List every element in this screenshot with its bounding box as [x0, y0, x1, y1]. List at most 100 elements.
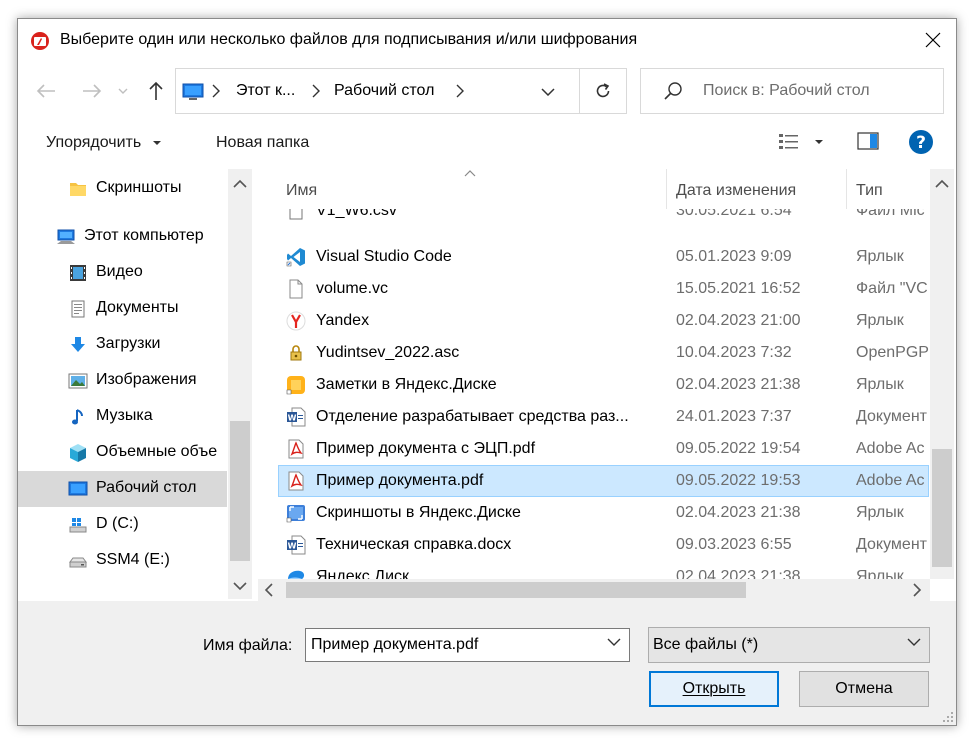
refresh-button[interactable] [579, 69, 626, 113]
file-date: 09.03.2023 6:55 [676, 536, 792, 553]
file-list-horizontal-scrollbar[interactable] [258, 579, 930, 601]
notes-icon [286, 376, 305, 395]
sidebar-item-label: Видео [96, 263, 143, 280]
file-name: Yandex [316, 312, 370, 329]
sidebar-item-this-pc[interactable]: Этот компьютер [18, 219, 227, 255]
column-name-label: Имя [286, 182, 318, 199]
file-type-filter-select[interactable]: Все файлы (*) [648, 627, 930, 663]
sidebar-item-pictures[interactable]: Изображения [18, 363, 227, 399]
table-row[interactable]: Пример документа с ЭЦП.pdf 09.05.2022 19… [278, 433, 929, 465]
table-row[interactable]: V1_W6.csv 30.05.2021 6:54 Файл Mic [278, 209, 929, 227]
chevron-right-icon [212, 84, 220, 98]
sidebar-item-documents[interactable]: Документы [18, 291, 227, 327]
sidebar-item-screenshots[interactable]: Скриншоты [18, 171, 227, 207]
column-header-type[interactable]: Тип [847, 169, 929, 209]
scroll-up-icon [935, 179, 949, 188]
file-name: Yudintsev_2022.asc [316, 344, 460, 361]
organize-label: Упорядочить [46, 134, 142, 151]
table-row[interactable]: W Техническая справка.docx 09.03.2023 6:… [278, 529, 929, 561]
close-button[interactable] [910, 19, 956, 61]
sidebar-item-downloads[interactable]: Загрузки [18, 327, 227, 363]
file-name: Отделение разрабатывает средства раз... [316, 408, 629, 425]
navigation-pane-scrollbar[interactable] [228, 169, 252, 599]
scroll-down-icon [233, 582, 247, 591]
forward-button[interactable] [80, 79, 104, 103]
file-type: Документ [856, 408, 927, 425]
address-bar[interactable]: Этот к... Рабочий стол [175, 68, 627, 114]
resize-grip-icon[interactable] [942, 711, 954, 723]
file-type: Ярлык [856, 376, 904, 393]
file-name: Скриншоты в Яндекс.Диске [316, 504, 521, 521]
file-name: Пример документа.pdf [316, 472, 484, 489]
refresh-icon [596, 83, 610, 98]
table-row[interactable]: W Отделение разрабатывает средства раз..… [278, 401, 929, 433]
filename-value: Пример документа.pdf [311, 636, 479, 653]
search-box[interactable]: Поиск в: Рабочий стол [640, 68, 944, 114]
preview-pane-button[interactable] [856, 129, 880, 153]
computer-icon [57, 229, 75, 244]
table-row[interactable]: volume.vc 15.05.2021 16:52 Файл "VC [278, 273, 929, 305]
recent-locations-button[interactable] [116, 79, 130, 103]
open-button[interactable]: Открыть [649, 671, 779, 707]
table-row[interactable]: Yandex 02.04.2023 21:00 Ярлык [278, 305, 929, 337]
table-row[interactable]: Yudintsev_2022.asc 10.04.2023 7:32 OpenP… [278, 337, 929, 369]
window-title: Выберите один или несколько файлов для п… [60, 31, 638, 48]
sidebar-item-label: Изображения [96, 371, 197, 388]
view-options-button[interactable] [778, 131, 828, 153]
sidebar-item-label: SSM4 (E:) [96, 551, 170, 568]
scroll-up-icon [233, 179, 247, 188]
sidebar-item-video[interactable]: Видео [18, 255, 227, 291]
file-name: Visual Studio Code [316, 248, 452, 265]
address-history-dropdown[interactable] [536, 81, 560, 103]
column-header-date[interactable]: Дата изменения [667, 169, 847, 209]
table-row[interactable]: Скриншоты в Яндекс.Диске 02.04.2023 21:3… [278, 497, 929, 529]
close-icon [925, 32, 941, 48]
address-segment-desktop[interactable]: Рабочий стол [334, 82, 434, 100]
scrollbar-thumb[interactable] [230, 421, 250, 561]
svg-text:W: W [288, 542, 297, 551]
table-row-selected[interactable]: Пример документа.pdf 09.05.2022 19:53 Ad… [278, 465, 929, 497]
sidebar-item-3d-objects[interactable]: Объемные объе [18, 435, 227, 471]
address-segment-pc[interactable]: Этот к... [236, 82, 295, 100]
3d-objects-icon [70, 444, 86, 462]
file-date: 02.04.2023 21:00 [676, 312, 801, 329]
table-row[interactable]: Заметки в Яндекс.Диске 02.04.2023 21:38 … [278, 369, 929, 401]
file-type: Документ [856, 536, 927, 553]
chevron-down-icon [541, 88, 555, 96]
sidebar-item-label: Рабочий стол [96, 479, 197, 496]
csv-icon [289, 209, 303, 220]
cancel-button[interactable]: Отмена [799, 671, 929, 707]
download-icon [71, 337, 85, 352]
file-name: volume.vc [316, 280, 389, 297]
file-type: Файл Mic [856, 209, 925, 219]
word-icon: W [287, 407, 306, 427]
title-bar[interactable]: Выберите один или несколько файлов для п… [18, 19, 956, 61]
scroll-right-icon [913, 583, 922, 597]
sidebar-item-label: Документы [96, 299, 179, 316]
chevron-down-icon[interactable] [607, 638, 621, 646]
file-list-vertical-scrollbar[interactable] [930, 169, 954, 579]
help-button[interactable]: ? [908, 129, 934, 155]
svg-text:?: ? [916, 133, 926, 153]
filename-input[interactable]: Пример документа.pdf [305, 628, 630, 662]
back-button[interactable] [34, 79, 58, 103]
sidebar-item-desktop[interactable]: Рабочий стол [18, 471, 227, 507]
table-row[interactable]: Visual Studio Code 05.01.2023 9:09 Ярлык [278, 241, 929, 273]
file-name: Техническая справка.docx [316, 536, 512, 553]
word-icon: W [287, 535, 306, 555]
file-date: 02.04.2023 21:38 [676, 376, 801, 393]
scrollbar-thumb[interactable] [286, 582, 746, 598]
organize-button[interactable]: Упорядочить [46, 134, 162, 152]
file-date: 09.05.2022 19:54 [676, 440, 801, 457]
sidebar-item-drive-e[interactable]: SSM4 (E:) [18, 543, 227, 579]
search-input[interactable]: Поиск в: Рабочий стол [703, 82, 870, 100]
up-button[interactable] [144, 79, 168, 103]
svg-text:W: W [288, 414, 297, 423]
filename-label: Имя файла: [203, 637, 293, 654]
column-header-name[interactable]: Имя [278, 169, 668, 209]
sidebar-item-music[interactable]: Музыка [18, 399, 227, 435]
sidebar-item-drive-c[interactable]: D (C:) [18, 507, 227, 543]
chevron-right-icon [456, 84, 464, 98]
new-folder-button[interactable]: Новая папка [216, 134, 309, 152]
scrollbar-thumb[interactable] [932, 449, 952, 567]
